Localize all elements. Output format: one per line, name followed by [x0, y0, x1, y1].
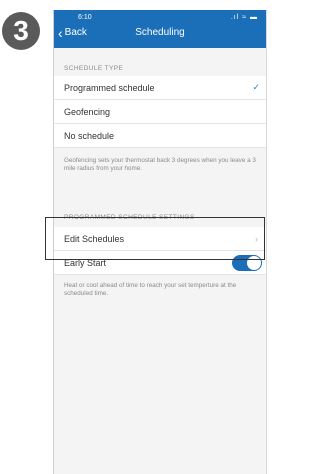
option-label: No schedule	[64, 130, 115, 141]
option-programmed-schedule[interactable]: Programmed schedule ✓	[54, 76, 266, 100]
option-geofencing[interactable]: Geofencing	[54, 100, 266, 124]
schedule-type-header: SCHEDULE TYPE	[64, 65, 124, 72]
page-title: Scheduling	[135, 27, 185, 38]
status-time: 6:10	[78, 14, 92, 21]
early-start-footnote: Heat or cool ahead of time to reach your…	[64, 282, 237, 297]
highlight-box	[45, 217, 265, 260]
checkmark-icon: ✓	[252, 82, 260, 92]
option-label: Programmed schedule	[64, 82, 155, 93]
status-icons: .ıl ≈ ▬	[230, 14, 258, 21]
option-no-schedule[interactable]: No schedule	[54, 124, 266, 148]
option-label: Geofencing	[64, 106, 111, 117]
geofencing-footnote: Geofencing sets your thermostat back 3 d…	[64, 157, 256, 172]
navigation-bar: 6:10 .ıl ≈ ▬ ‹ Back Scheduling	[54, 10, 266, 48]
step-number-badge: 3	[2, 12, 40, 50]
